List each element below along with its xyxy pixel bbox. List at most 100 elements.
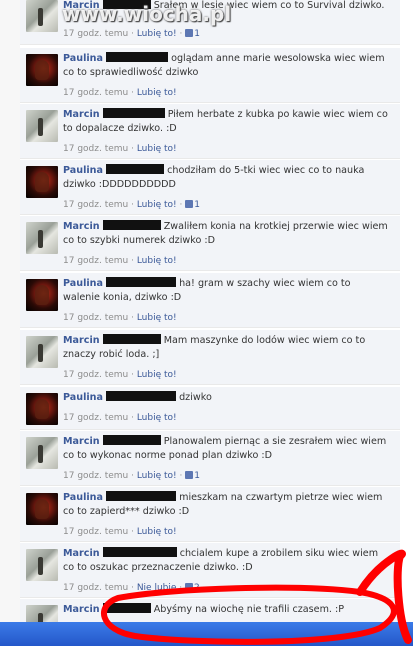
thumbs-up-icon <box>185 200 194 208</box>
comment-body: Paulina ha! gram w szachy wiec wiem co t… <box>63 277 390 305</box>
comment-body: Marcin Mam maszynke do lodów wiec wiem c… <box>63 334 390 362</box>
like-button[interactable]: Lubię to! <box>137 29 177 39</box>
watermark-logo: www.wiocha.pl <box>62 2 232 26</box>
like-button[interactable]: Lubię to! <box>137 413 177 423</box>
redaction-bar <box>106 491 177 501</box>
timestamp: 17 godz. temu <box>63 256 129 266</box>
comment-meta: 17 godz. temu · Lubię to! · 1 <box>63 471 200 481</box>
timestamp: 17 godz. temu <box>63 583 129 593</box>
redaction-bar <box>102 334 161 344</box>
redaction-bar <box>106 164 165 174</box>
comment-item: Marcin Planowalem piernąc a sie zesrałem… <box>20 431 400 486</box>
avatar[interactable] <box>26 279 58 311</box>
timestamp: 17 godz. temu <box>63 200 129 210</box>
author-name[interactable]: Marcin <box>63 548 100 559</box>
author-name[interactable]: Paulina <box>63 278 103 289</box>
avatar[interactable] <box>26 54 58 86</box>
author-name[interactable]: Paulina <box>63 165 103 176</box>
comment-body: Paulina mieszkam na czwartym pietrze wie… <box>63 491 390 519</box>
comment-item: Paulina dziwko 17 godz. temu · Lubię to! <box>20 387 400 430</box>
comment-text: Abyśmy na wiochę nie trafili czasem. :P <box>153 604 345 615</box>
like-button[interactable]: Lubię to! <box>137 200 177 210</box>
comment-meta: 17 godz. temu · Lubię to! · 1 <box>63 200 200 210</box>
comment-body: Marcin chcialem kupe a zrobilem siku wie… <box>63 547 390 575</box>
avatar[interactable] <box>26 393 58 425</box>
author-name[interactable]: Marcin <box>63 335 100 346</box>
comment-meta: 17 godz. temu · Lubię to! <box>63 144 177 154</box>
thumbs-up-icon <box>185 29 194 37</box>
redaction-bar <box>102 547 177 557</box>
like-count[interactable]: 1 <box>194 200 200 210</box>
comment-meta: 17 godz. temu · Lubię to! <box>63 256 177 266</box>
author-name[interactable]: Marcin <box>63 604 100 615</box>
timestamp: 17 godz. temu <box>63 29 129 39</box>
avatar[interactable] <box>26 110 58 142</box>
comment-body: Paulina oglądam anne marie wesolowska wi… <box>63 52 390 80</box>
comment-body: Marcin Abyśmy na wiochę nie trafili czas… <box>63 603 390 617</box>
like-button[interactable]: Nie lubię <box>137 583 177 593</box>
redaction-bar <box>106 277 177 287</box>
comment-item: Paulina oglądam anne marie wesolowska wi… <box>20 48 400 103</box>
timestamp: 17 godz. temu <box>63 88 129 98</box>
comment-body: Paulina dziwko <box>63 391 390 405</box>
like-count[interactable]: 1 <box>194 29 200 39</box>
author-name[interactable]: Marcin <box>63 221 100 232</box>
author-name[interactable]: Marcin <box>63 436 100 447</box>
thumbs-up-icon <box>185 583 194 591</box>
comment-item: Marcin Mam maszynke do lodów wiec wiem c… <box>20 330 400 385</box>
comment-meta: 17 godz. temu · Lubię to! <box>63 313 177 323</box>
timestamp: 17 godz. temu <box>63 313 129 323</box>
like-button[interactable]: Lubię to! <box>137 144 177 154</box>
comment-item: Marcin chcialem kupe a zrobilem siku wie… <box>20 543 400 598</box>
timestamp: 17 godz. temu <box>63 527 129 537</box>
avatar[interactable] <box>26 549 58 581</box>
comment-meta: 17 godz. temu · Lubię to! <box>63 88 177 98</box>
timestamp: 17 godz. temu <box>63 413 129 423</box>
redaction-bar <box>102 220 161 230</box>
timestamp: 17 godz. temu <box>63 471 129 481</box>
like-count[interactable]: 2 <box>194 583 200 593</box>
comment-item: Paulina ha! gram w szachy wiec wiem co t… <box>20 273 400 328</box>
redaction-bar <box>106 52 169 62</box>
timestamp: 17 godz. temu <box>63 144 129 154</box>
like-button[interactable]: Lubię to! <box>137 471 177 481</box>
comment-body: Marcin Zwaliłem konia na krotkiej przerw… <box>63 220 390 248</box>
comment-body: Marcin Planowalem piernąc a sie zesrałem… <box>63 435 390 463</box>
comment-meta: 17 godz. temu · Nie lubię · 2 <box>63 583 200 593</box>
redaction-bar <box>102 603 151 613</box>
timestamp: 17 godz. temu <box>63 370 129 380</box>
avatar[interactable] <box>26 0 58 32</box>
avatar[interactable] <box>26 166 58 198</box>
comment-text: dziwko <box>179 392 212 403</box>
avatar[interactable] <box>26 493 58 525</box>
like-button[interactable]: Lubię to! <box>137 88 177 98</box>
author-name[interactable]: Paulina <box>63 392 103 403</box>
author-name[interactable]: Marcin <box>63 109 100 120</box>
redaction-bar <box>106 391 177 401</box>
comment-body: Marcin Piłem herbate z kubka po kawie wi… <box>63 108 390 136</box>
os-taskbar <box>0 622 413 646</box>
like-button[interactable]: Lubię to! <box>137 313 177 323</box>
left-strip <box>0 0 20 646</box>
comment-item: Marcin Piłem herbate z kubka po kawie wi… <box>20 104 400 159</box>
like-button[interactable]: Lubię to! <box>137 527 177 537</box>
comment-item: Marcin Zwaliłem konia na krotkiej przerw… <box>20 216 400 271</box>
comment-item: Paulina mieszkam na czwartym pietrze wie… <box>20 487 400 542</box>
like-count[interactable]: 1 <box>194 471 200 481</box>
comment-body: Paulina chodziłam do 5-tki wiec wiec co … <box>63 164 390 192</box>
avatar[interactable] <box>26 437 58 469</box>
comment-meta: 17 godz. temu · Lubię to! <box>63 413 177 423</box>
like-button[interactable]: Lubię to! <box>137 256 177 266</box>
avatar[interactable] <box>26 222 58 254</box>
author-name[interactable]: Paulina <box>63 492 103 503</box>
redaction-bar <box>102 435 161 445</box>
comment-meta: 17 godz. temu · Lubię to! <box>63 527 177 537</box>
thumbs-up-icon <box>185 471 194 479</box>
comment-item: Paulina chodziłam do 5-tki wiec wiec co … <box>20 160 400 215</box>
avatar[interactable] <box>26 336 58 368</box>
redaction-bar <box>102 108 165 118</box>
author-name[interactable]: Paulina <box>63 53 103 64</box>
like-button[interactable]: Lubię to! <box>137 370 177 380</box>
comment-meta: 17 godz. temu · Lubię to! <box>63 370 177 380</box>
comment-meta: 17 godz. temu · Lubię to! · 1 <box>63 29 200 39</box>
